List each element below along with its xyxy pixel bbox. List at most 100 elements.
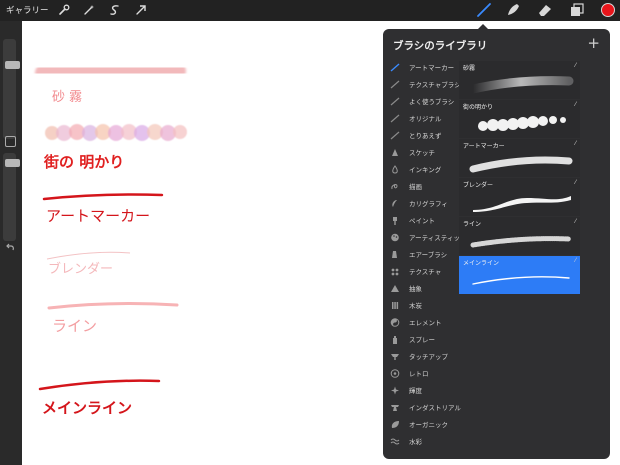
- category-touchup[interactable]: タッチアップ: [383, 348, 461, 365]
- category-texture-brush[interactable]: テクスチャブラシ: [383, 76, 461, 93]
- sand-fog-preview: [468, 76, 574, 94]
- charcoal-icon: [392, 302, 399, 309]
- category-sketch[interactable]: スケッチ: [383, 144, 461, 161]
- add-brush-set-button[interactable]: +: [587, 34, 600, 52]
- sand-fog-stroke: [35, 59, 186, 82]
- sand-fog-label: 砂 霧: [52, 90, 82, 105]
- category-industrial[interactable]: インダストリアル: [383, 399, 461, 416]
- color-picker-button[interactable]: [601, 3, 615, 17]
- selection-icon[interactable]: [108, 3, 122, 17]
- brush-size-slider[interactable]: [3, 39, 20, 139]
- touchup-icon: [391, 354, 399, 360]
- category-label: テクスチャ: [409, 268, 442, 276]
- category-calligraphy[interactable]: カリグラフィ: [383, 195, 461, 212]
- category-retro[interactable]: レトロ: [383, 365, 461, 382]
- city-lights-preview: [478, 116, 566, 131]
- category-organic[interactable]: オーガニック: [383, 416, 461, 433]
- airbrush-icon: [392, 251, 397, 258]
- category-label: オリジナル: [409, 115, 442, 123]
- category-charcoal[interactable]: 木炭: [383, 297, 461, 314]
- transform-arrow-icon[interactable]: [134, 3, 148, 17]
- brush-library-panel: ブラシのライブラリ + アートマーカー テクスチャブラシ よく使うブラシ オリジ…: [383, 29, 610, 459]
- brush-name: 砂霧: [463, 65, 476, 72]
- top-toolbar: ギャラリー: [0, 0, 620, 21]
- category-label: カリグラフィ: [409, 200, 448, 208]
- brush-icon[interactable]: [476, 2, 492, 18]
- loop-icon: [391, 184, 398, 190]
- category-paint[interactable]: ペイント: [383, 212, 461, 229]
- category-label: よく使うブラシ: [409, 98, 455, 106]
- category-texture[interactable]: テクスチャ: [383, 263, 461, 280]
- undo-icon[interactable]: [4, 241, 16, 253]
- retro-icon: [390, 369, 400, 378]
- layers-icon[interactable]: [569, 2, 585, 18]
- category-spray[interactable]: スプレー: [383, 331, 461, 348]
- brush-item[interactable]: 街の明かり ⁄: [459, 100, 580, 138]
- category-label: 木炭: [409, 302, 422, 310]
- art-marker-preview: [469, 156, 573, 173]
- brush-edit-marker: ⁄: [574, 179, 576, 186]
- category-favorites[interactable]: よく使うブラシ: [383, 93, 461, 110]
- category-toriaezu[interactable]: とりあえず: [383, 127, 461, 144]
- category-drawing[interactable]: 描画: [383, 178, 461, 195]
- brush-name: 街の明かり: [463, 104, 494, 111]
- category-artistic[interactable]: アーティスティック: [383, 229, 466, 246]
- spray-icon: [393, 336, 397, 344]
- sparkle-icon: [391, 386, 399, 395]
- line-label: ライン: [52, 317, 97, 335]
- category-watercolor[interactable]: 水彩: [383, 433, 461, 450]
- blender-preview: [473, 196, 571, 212]
- paint-brush-icon: [393, 217, 397, 225]
- category-label: レトロ: [409, 370, 429, 378]
- category-label: スプレー: [409, 336, 435, 344]
- smudge-icon[interactable]: [505, 2, 521, 18]
- pencil-icon: [392, 149, 398, 156]
- category-original[interactable]: オリジナル: [383, 110, 461, 127]
- brush-item[interactable]: 砂霧 ⁄: [459, 61, 580, 99]
- city-lights-label: 街の 明かり: [43, 153, 124, 171]
- brush-item-selected[interactable]: メインライン ⁄: [459, 256, 580, 294]
- triangle-icon: [391, 285, 399, 292]
- texture-icon: [391, 268, 399, 276]
- category-luminance[interactable]: 輝度: [383, 382, 461, 399]
- gallery-button[interactable]: ギャラリー: [6, 4, 49, 16]
- opacity-slider[interactable]: [3, 153, 20, 241]
- brush-item[interactable]: ブレンダー ⁄: [459, 178, 580, 216]
- brush-size-thumb[interactable]: [5, 61, 20, 69]
- yin-yang-icon: [390, 318, 400, 327]
- water-icon: [390, 438, 400, 445]
- brush-edit-marker: ⁄: [574, 140, 576, 147]
- stroke-icon: [390, 97, 400, 106]
- category-label: スケッチ: [409, 149, 435, 157]
- category-inking[interactable]: インキング: [383, 161, 461, 178]
- brush-name: ライン: [463, 221, 482, 228]
- category-label: エアーブラシ: [409, 251, 448, 259]
- category-airbrush[interactable]: エアーブラシ: [383, 246, 461, 263]
- calligraphy-icon: [392, 200, 397, 207]
- wrench-icon[interactable]: [57, 3, 71, 17]
- category-element[interactable]: エレメント: [383, 314, 461, 331]
- category-label: アーティスティック: [409, 234, 467, 242]
- brush-item[interactable]: アートマーカー ⁄: [459, 139, 580, 177]
- brush-item[interactable]: ライン ⁄: [459, 217, 580, 255]
- art-marker-label: アートマーカー: [46, 207, 150, 225]
- main-line-label: メインライン: [42, 399, 132, 417]
- category-label: アートマーカー: [409, 64, 455, 72]
- ink-drop-icon: [392, 165, 398, 174]
- eraser-icon[interactable]: [537, 2, 553, 18]
- opacity-thumb[interactable]: [5, 159, 20, 167]
- category-abstract[interactable]: 抽象: [383, 280, 461, 297]
- modify-button[interactable]: [5, 136, 16, 147]
- leaf-icon: [391, 421, 399, 428]
- category-label: エレメント: [409, 319, 442, 327]
- category-art-marker[interactable]: アートマーカー: [383, 59, 461, 76]
- category-label: 描画: [409, 183, 422, 191]
- line-preview: [470, 236, 572, 248]
- marker-icon: [390, 63, 400, 72]
- category-label: インキング: [409, 166, 442, 174]
- stroke-icon: [390, 114, 400, 123]
- brush-edit-marker: ⁄: [574, 257, 576, 264]
- category-label: オーガニック: [409, 421, 448, 429]
- magic-wand-icon[interactable]: [82, 3, 96, 17]
- brush-name: メインライン: [463, 260, 500, 267]
